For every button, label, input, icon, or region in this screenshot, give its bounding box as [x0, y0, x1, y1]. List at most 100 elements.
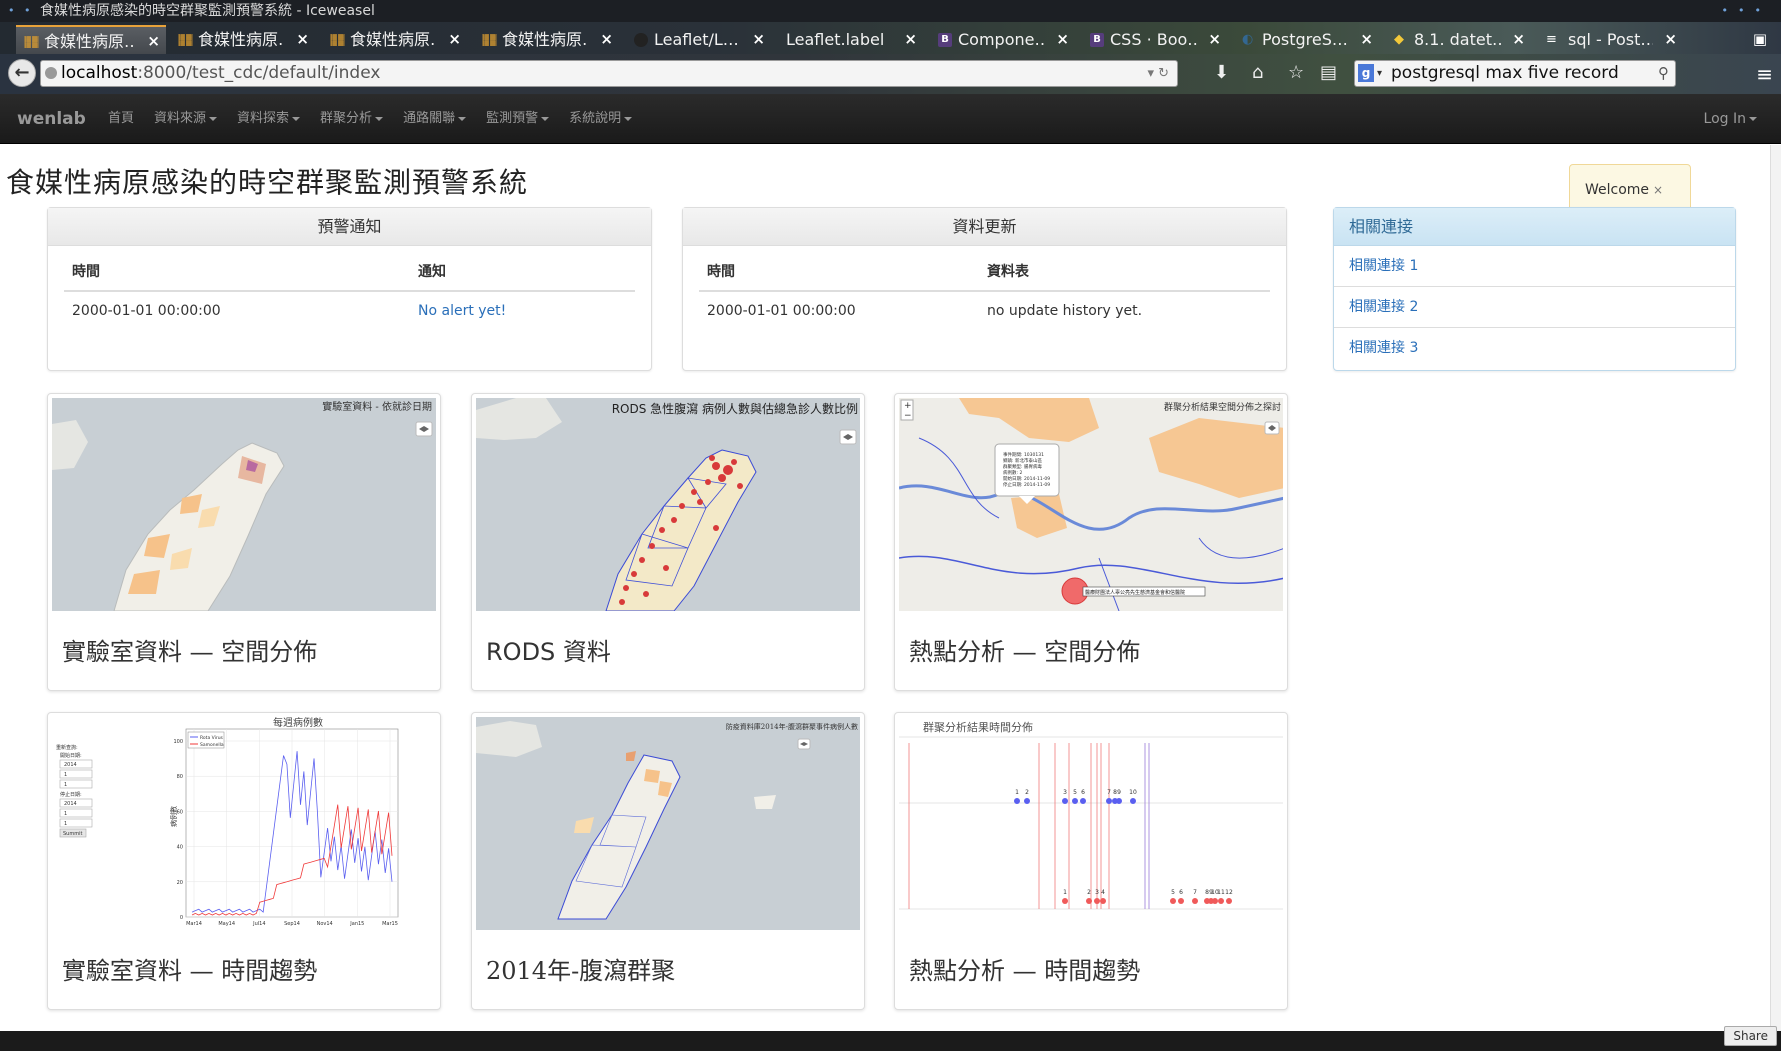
popup-line: 鄉鎮: 新北市泰山區 — [1003, 457, 1042, 464]
related-link[interactable]: 相關連接 3 — [1349, 340, 1418, 356]
browser-tab[interactable]: Leaflet/L… × — [626, 25, 771, 54]
end-day-select[interactable]: 1 — [64, 821, 67, 827]
lab-trend-chart[interactable]: 每週病例數 重新查詢: 開始日期: 2014 1 1 停止日期: 2014 1 … — [52, 717, 436, 930]
bookmark-star-icon[interactable]: ☆ — [1288, 62, 1304, 83]
hotspot-spatial-map[interactable]: 事件期間: 1030131 鄉鎮: 新北市泰山區 群聚類型: 腸胃病毒 病例數:… — [899, 398, 1283, 611]
end-year-select[interactable]: 2014 — [64, 801, 77, 807]
thumbnail-card[interactable]: 防疫資料庫2014年-腹瀉群聚事件病例人數 2014年-腹瀉群聚 — [471, 712, 865, 1010]
legend-label: Rota Virus — [200, 735, 224, 741]
x-tick-label: Nov14 — [317, 921, 333, 927]
nav-item-channel-association[interactable]: 通路關聯 — [393, 94, 476, 144]
thumbnail-card[interactable]: 實驗室資料 - 依就診日期 實驗室資料 — 空間分佈 — [47, 393, 441, 691]
cluster-point — [1178, 898, 1184, 904]
tab-close-icon[interactable]: × — [904, 25, 917, 54]
window-menu-icon[interactable]: • • — [8, 0, 33, 22]
browser-tab[interactable]: ≡ sql - Post… × — [1538, 25, 1683, 54]
end-date-label: 停止日期: — [60, 791, 82, 798]
cluster-point — [1072, 798, 1078, 804]
nav-item-monitoring[interactable]: 監測預警 — [476, 94, 559, 144]
alert-link[interactable]: No alert yet! — [418, 292, 506, 330]
browser-tab[interactable]: ▦▦ ▦▦ 食媒性病原… × — [474, 25, 619, 54]
map-title: RODS 急性腹瀉 病例人數與估總急診人數比例 — [612, 401, 858, 416]
tab-close-icon[interactable]: × — [1360, 25, 1373, 54]
share-button[interactable]: Share — [1724, 1026, 1777, 1046]
nav-item-home[interactable]: 首頁 — [98, 94, 144, 144]
bootstrap-favicon-icon: B — [1090, 33, 1104, 47]
nav-item-cluster-analysis[interactable]: 群聚分析 — [310, 94, 393, 144]
browser-tab[interactable]: ◐ PostgreS… × — [1234, 25, 1379, 54]
tab-close-icon[interactable]: × — [147, 27, 160, 54]
related-link[interactable]: 相關連接 2 — [1349, 299, 1418, 315]
point-label: 11 — [1217, 889, 1225, 896]
close-icon[interactable]: × — [1653, 183, 1663, 197]
hotspot-popup: 事件期間: 1030131 鄉鎮: 新北市泰山區 群聚類型: 腸胃病毒 病例數:… — [994, 443, 1060, 504]
browser-tab[interactable]: B Compone… × — [930, 25, 1075, 54]
engine-dropdown-icon[interactable]: ▾ — [1377, 61, 1382, 86]
cluster-point — [1080, 798, 1086, 804]
cell-table: no update history yet. — [987, 303, 1143, 319]
web-search-input[interactable]: g ▾ postgresql max five record ⚲ — [1354, 60, 1676, 87]
start-month-select[interactable]: 1 — [64, 772, 67, 778]
site-identity-icon[interactable] — [45, 67, 57, 79]
rods-map[interactable]: RODS 急性腹瀉 病例人數與估總急診人數比例 — [476, 398, 860, 611]
thumbnail-card[interactable]: 群聚分析結果時間分佈 1 2 3 5 6 7 8 9 10 1 2 3 4 5 6 7 8 9 10 11 12 熱點… — [894, 712, 1288, 1010]
tab-close-icon[interactable]: × — [448, 25, 461, 54]
point-label: 7 — [1193, 889, 1197, 896]
tab-close-icon[interactable]: × — [1208, 25, 1221, 54]
hotspot-timeline-chart[interactable]: 群聚分析結果時間分佈 1 2 3 5 6 7 8 9 10 1 2 3 4 5 6 7 8 9 10 11 12 — [899, 717, 1283, 930]
browser-tab[interactable]: Leaflet.label × — [778, 25, 923, 54]
nav-item-data-explore[interactable]: 資料探索 — [227, 94, 310, 144]
download-icon[interactable]: ⬇ — [1214, 62, 1229, 83]
links-panel: 相關連接 相關連接 1 相關連接 2 相關連接 3 — [1333, 207, 1736, 371]
end-month-select[interactable]: 1 — [64, 811, 67, 817]
reload-icon[interactable]: ▾ ↻ — [1147, 61, 1169, 86]
start-day-select[interactable]: 1 — [64, 782, 67, 788]
browser-tab[interactable]: ▦▦ ▦▦ 食媒性病原… × — [16, 25, 166, 54]
point-label: 2 — [1025, 789, 1029, 796]
lab-spatial-map[interactable]: 實驗室資料 - 依就診日期 — [52, 398, 436, 611]
thumbnail-card[interactable]: RODS 急性腹瀉 病例人數與估總急診人數比例 RODS 資料 — [471, 393, 865, 691]
diarrhea-cluster-map[interactable]: 防疫資料庫2014年-腹瀉群聚事件病例人數 — [476, 717, 860, 930]
browser-tab[interactable]: ▦▦ ▦▦ 食媒性病原… × — [322, 25, 467, 54]
browser-tab[interactable]: B CSS · Boo… × — [1082, 25, 1227, 54]
tab-close-icon[interactable]: × — [296, 25, 309, 54]
x-tick-label: Mar14 — [186, 921, 202, 927]
thumbnail-caption: 實驗室資料 — 空間分佈 — [62, 638, 318, 666]
nav-item-data-source[interactable]: 資料來源 — [144, 94, 227, 144]
tab-close-icon[interactable]: × — [1056, 25, 1069, 54]
tab-close-icon[interactable]: × — [600, 25, 613, 54]
tab-close-icon[interactable]: × — [752, 25, 765, 54]
nav-item-label: 資料來源 — [154, 111, 207, 126]
nav-item-label: 監測預警 — [486, 111, 539, 126]
related-link[interactable]: 相關連接 1 — [1349, 258, 1418, 274]
google-engine-icon[interactable]: g — [1358, 64, 1374, 82]
start-date-label: 開始日期: — [60, 752, 82, 759]
thumbnail-card[interactable]: 事件期間: 1030131 鄉鎮: 新北市泰山區 群聚類型: 腸胃病毒 病例數:… — [894, 393, 1288, 691]
thumbnail-card[interactable]: 每週病例數 重新查詢: 開始日期: 2014 1 1 停止日期: 2014 1 … — [47, 712, 441, 1010]
alerts-panel: 預警通知 時間 通知 2000-01-01 00:00:00 No alert … — [47, 207, 652, 371]
window-controls-icon[interactable]: ••• — [1722, 0, 1771, 22]
search-icon[interactable]: ⚲ — [1658, 61, 1669, 86]
y-tick-label: 40 — [177, 845, 183, 851]
page-scrollbar[interactable] — [1770, 145, 1781, 1031]
chart-title: 每週病例數 — [273, 717, 323, 729]
login-dropdown[interactable]: Log In — [1704, 94, 1757, 144]
navbar-brand[interactable]: wenlab — [17, 94, 86, 144]
tab-close-icon[interactable]: × — [1512, 25, 1525, 54]
page-title: 食媒性病原感染的時空群聚監測預警系統 — [6, 166, 529, 199]
tab-close-icon[interactable]: × — [1664, 25, 1677, 54]
hamburger-menu-icon[interactable]: ≡ — [1756, 62, 1773, 86]
start-year-select[interactable]: 2014 — [64, 762, 77, 768]
cluster-point — [1062, 898, 1068, 904]
submit-button[interactable]: Summit — [63, 831, 82, 837]
browser-tab[interactable]: ▦▦ ▦▦ 食媒性病原… × — [170, 25, 315, 54]
tab-list-icon[interactable]: ▣ — [1753, 30, 1767, 48]
browser-tab[interactable]: ◆ 8.1. datet… × — [1386, 25, 1531, 54]
nav-item-label: 系統說明 — [569, 111, 622, 126]
nav-item-system-docs[interactable]: 系統說明 — [559, 94, 642, 144]
url-bar[interactable]: localhost:8000/test_cdc/default/index ▾ … — [40, 60, 1178, 87]
nav-item-label: 資料探索 — [237, 111, 290, 126]
back-arrow-icon[interactable]: ← — [8, 59, 36, 87]
home-icon[interactable]: ⌂ — [1252, 62, 1263, 83]
bookmarks-menu-icon[interactable]: ▤ — [1320, 62, 1337, 83]
